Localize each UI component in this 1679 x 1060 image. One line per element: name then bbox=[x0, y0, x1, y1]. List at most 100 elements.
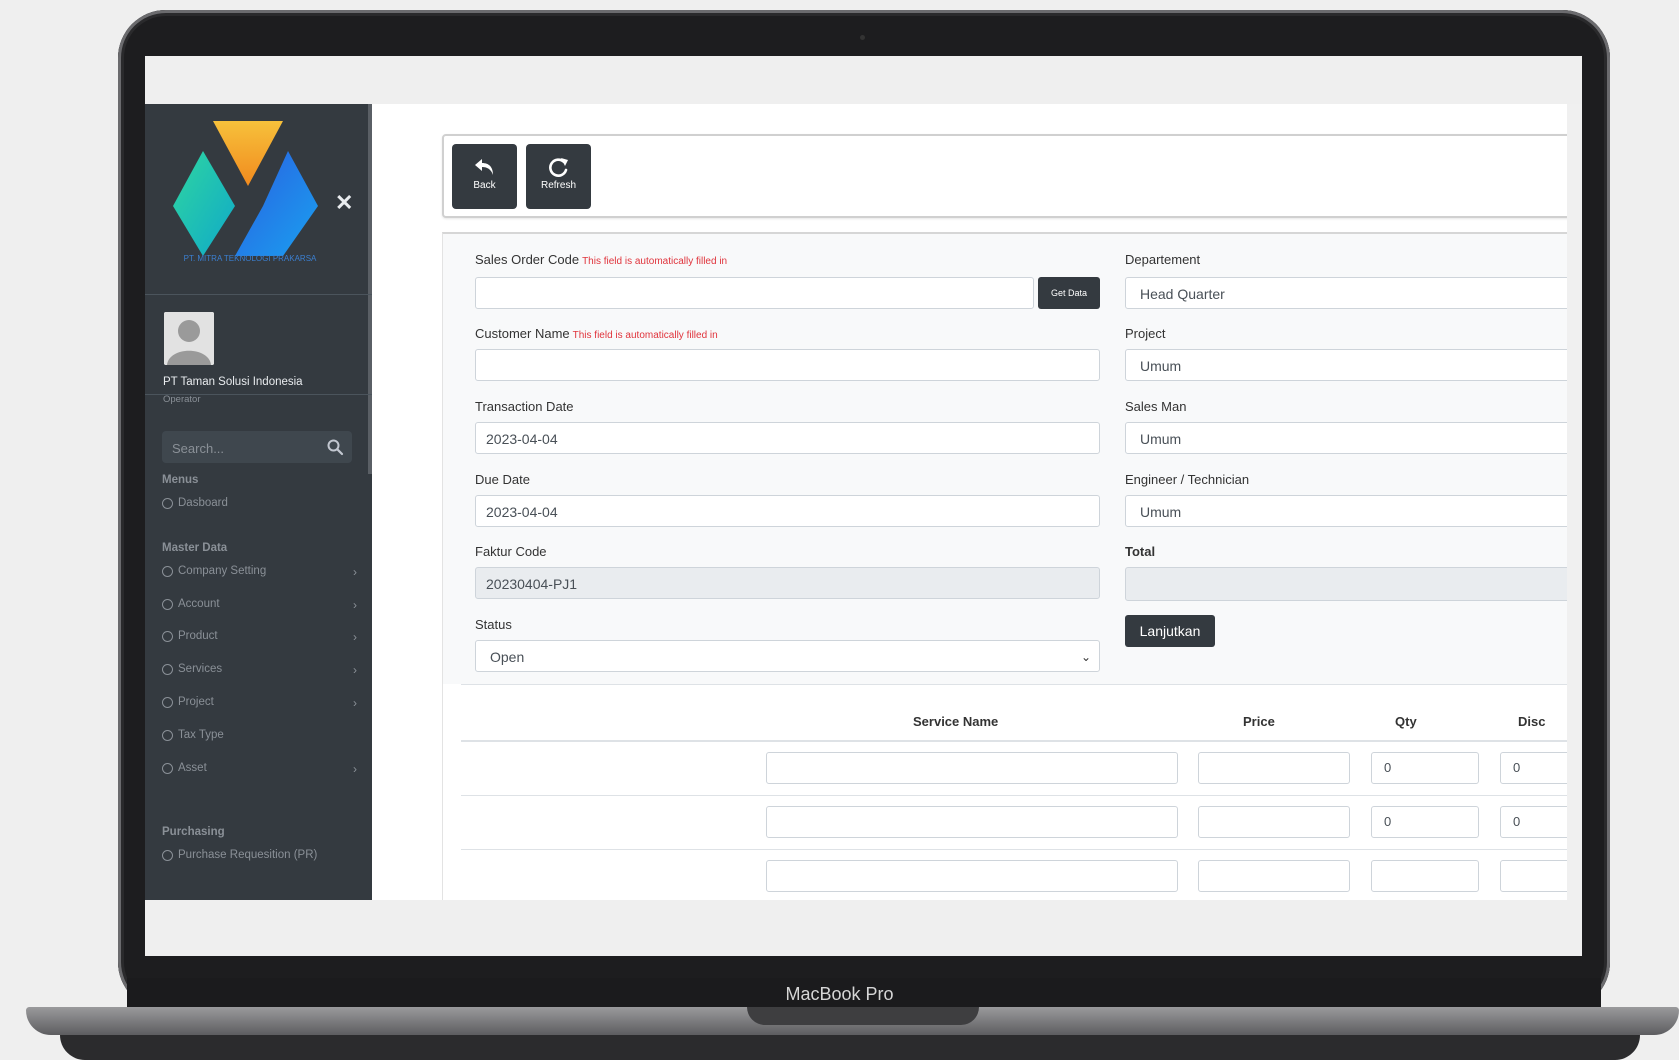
customer-name-input[interactable] bbox=[475, 349, 1100, 381]
faktur-code-label: Faktur Code bbox=[475, 544, 547, 559]
transaction-date-input[interactable]: 2023-04-04 bbox=[475, 422, 1100, 454]
sidebar-search bbox=[162, 431, 352, 465]
chevron-right-icon: › bbox=[353, 598, 357, 612]
sales-man-label: Sales Man bbox=[1125, 399, 1187, 414]
logo-caption: PT. MITRA TEKNOLOGI PRAKARSA bbox=[183, 254, 317, 263]
sidebar-item-purchase-requisition[interactable]: Purchase Requesition (PR) bbox=[162, 843, 357, 867]
due-date-input[interactable]: 2023-04-04 bbox=[475, 495, 1100, 527]
field-label: Customer Name bbox=[475, 326, 570, 341]
sidebar-item-company-setting[interactable]: Company Setting › bbox=[162, 559, 357, 583]
sidebar-item-project[interactable]: Project › bbox=[162, 690, 357, 714]
sales-order-code-input[interactable] bbox=[475, 277, 1034, 309]
auto-fill-note: This field is automatically filled in bbox=[582, 256, 728, 267]
circle-icon bbox=[162, 729, 173, 741]
search-input[interactable] bbox=[162, 431, 324, 465]
back-button[interactable]: Back bbox=[452, 144, 517, 209]
sidebar-item-label: Dasboard bbox=[178, 497, 228, 509]
chevron-right-icon: › bbox=[353, 663, 357, 677]
service-name-input[interactable] bbox=[766, 752, 1178, 784]
chevron-right-icon: › bbox=[353, 762, 357, 776]
sidebar-item-label: Purchase Requesition (PR) bbox=[178, 849, 318, 861]
project-input[interactable]: Umum bbox=[1125, 349, 1567, 381]
column-header-price: Price bbox=[1243, 714, 1275, 729]
laptop-screen: PT. MITRA TEKNOLOGI PRAKARSA ✕ PT Taman … bbox=[145, 56, 1582, 956]
sidebar-item-product[interactable]: Product › bbox=[162, 624, 357, 648]
sales-order-code-label: Sales Order Code This field is automatica… bbox=[475, 252, 727, 267]
status-select[interactable]: Open ⌄ bbox=[475, 640, 1100, 672]
departement-label: Departement bbox=[1125, 252, 1201, 267]
undo-arrow-icon bbox=[474, 159, 493, 175]
sidebar-item-label: Product bbox=[178, 630, 218, 642]
get-data-button[interactable]: Get Data bbox=[1038, 277, 1100, 309]
sidebar-item-services[interactable]: Services › bbox=[162, 657, 357, 681]
circle-icon bbox=[162, 663, 173, 675]
qty-input[interactable] bbox=[1371, 860, 1479, 892]
qty-input[interactable]: 0 bbox=[1371, 752, 1479, 784]
circle-icon bbox=[162, 696, 173, 708]
sales-man-input[interactable]: Umum bbox=[1125, 422, 1567, 454]
avatar[interactable] bbox=[164, 312, 214, 365]
departement-input[interactable]: Head Quarter bbox=[1125, 277, 1567, 309]
circle-icon bbox=[162, 565, 173, 577]
sidebar-item-account[interactable]: Account › bbox=[162, 592, 357, 616]
sidebar: PT. MITRA TEKNOLOGI PRAKARSA ✕ PT Taman … bbox=[145, 104, 372, 900]
sidebar-item-label: Company Setting bbox=[178, 565, 267, 577]
refresh-icon bbox=[548, 158, 568, 177]
device-brand-label: MacBook Pro bbox=[785, 984, 894, 1004]
column-header-qty: Qty bbox=[1395, 714, 1417, 729]
column-header-service-name: Service Name bbox=[913, 714, 999, 729]
project-label: Project bbox=[1125, 326, 1166, 341]
qty-input[interactable]: 0 bbox=[1371, 806, 1479, 838]
price-input[interactable] bbox=[1198, 806, 1350, 838]
total-input[interactable] bbox=[1125, 567, 1567, 601]
disc-input[interactable]: 0 bbox=[1500, 752, 1567, 784]
row-divider bbox=[461, 849, 1567, 850]
circle-icon bbox=[162, 849, 173, 861]
laptop-base-bottom bbox=[60, 1035, 1640, 1060]
status-label: Status bbox=[475, 617, 512, 632]
browser-top-gap bbox=[145, 56, 1582, 104]
price-input[interactable] bbox=[1198, 752, 1350, 784]
circle-icon bbox=[162, 497, 173, 509]
refresh-button[interactable]: Refresh bbox=[526, 144, 591, 209]
user-panel: PT Taman Solusi Indonesia Operator bbox=[145, 294, 372, 405]
disc-input[interactable]: 0 bbox=[1500, 806, 1567, 838]
transaction-date-label: Transaction Date bbox=[475, 399, 574, 414]
circle-icon bbox=[162, 598, 173, 610]
sidebar-item-tax-type[interactable]: Tax Type bbox=[162, 723, 357, 747]
row-divider bbox=[461, 795, 1567, 796]
sales-order-form: Sales Order Code This field is automatica… bbox=[442, 232, 1567, 685]
chevron-right-icon: › bbox=[353, 565, 357, 579]
total-label: Total bbox=[1125, 544, 1156, 559]
search-icon[interactable] bbox=[326, 438, 344, 456]
circle-icon bbox=[162, 762, 173, 774]
engineer-label: Engineer / Technician bbox=[1125, 472, 1250, 487]
service-name-input[interactable] bbox=[766, 806, 1178, 838]
nav-header-master-data: Master Data bbox=[162, 542, 228, 554]
service-name-input[interactable] bbox=[766, 860, 1178, 892]
continue-button[interactable]: Lanjutkan bbox=[1125, 615, 1215, 647]
user-silhouette-icon bbox=[164, 312, 214, 365]
browser-bottom-gap bbox=[145, 900, 1582, 956]
faktur-code-input[interactable]: 20230404-PJ1 bbox=[475, 567, 1100, 599]
chevron-right-icon: › bbox=[353, 696, 357, 710]
status-value: Open bbox=[490, 649, 525, 665]
sidebar-item-asset[interactable]: Asset › bbox=[162, 756, 357, 780]
camera-dot bbox=[860, 35, 865, 40]
sidebar-item-label: Services bbox=[178, 663, 223, 675]
user-name[interactable]: PT Taman Solusi Indonesia bbox=[163, 376, 303, 388]
close-icon[interactable]: ✕ bbox=[335, 190, 353, 216]
refresh-button-label: Refresh bbox=[540, 180, 576, 191]
company-logo bbox=[173, 121, 318, 256]
sidebar-item-label: Project bbox=[178, 696, 214, 708]
price-input[interactable] bbox=[1198, 860, 1350, 892]
sidebar-item-label: Asset bbox=[178, 762, 207, 774]
sidebar-item-dashboard[interactable]: Dasboard bbox=[162, 491, 357, 515]
user-role: Operator bbox=[163, 394, 201, 405]
auto-fill-note: This field is automatically filled in bbox=[572, 330, 718, 341]
sidebar-item-label: Account bbox=[178, 598, 220, 610]
engineer-input[interactable]: Umum bbox=[1125, 495, 1567, 527]
due-date-label: Due Date bbox=[475, 472, 530, 487]
disc-input[interactable] bbox=[1500, 860, 1567, 892]
table-header-border bbox=[461, 740, 1567, 742]
